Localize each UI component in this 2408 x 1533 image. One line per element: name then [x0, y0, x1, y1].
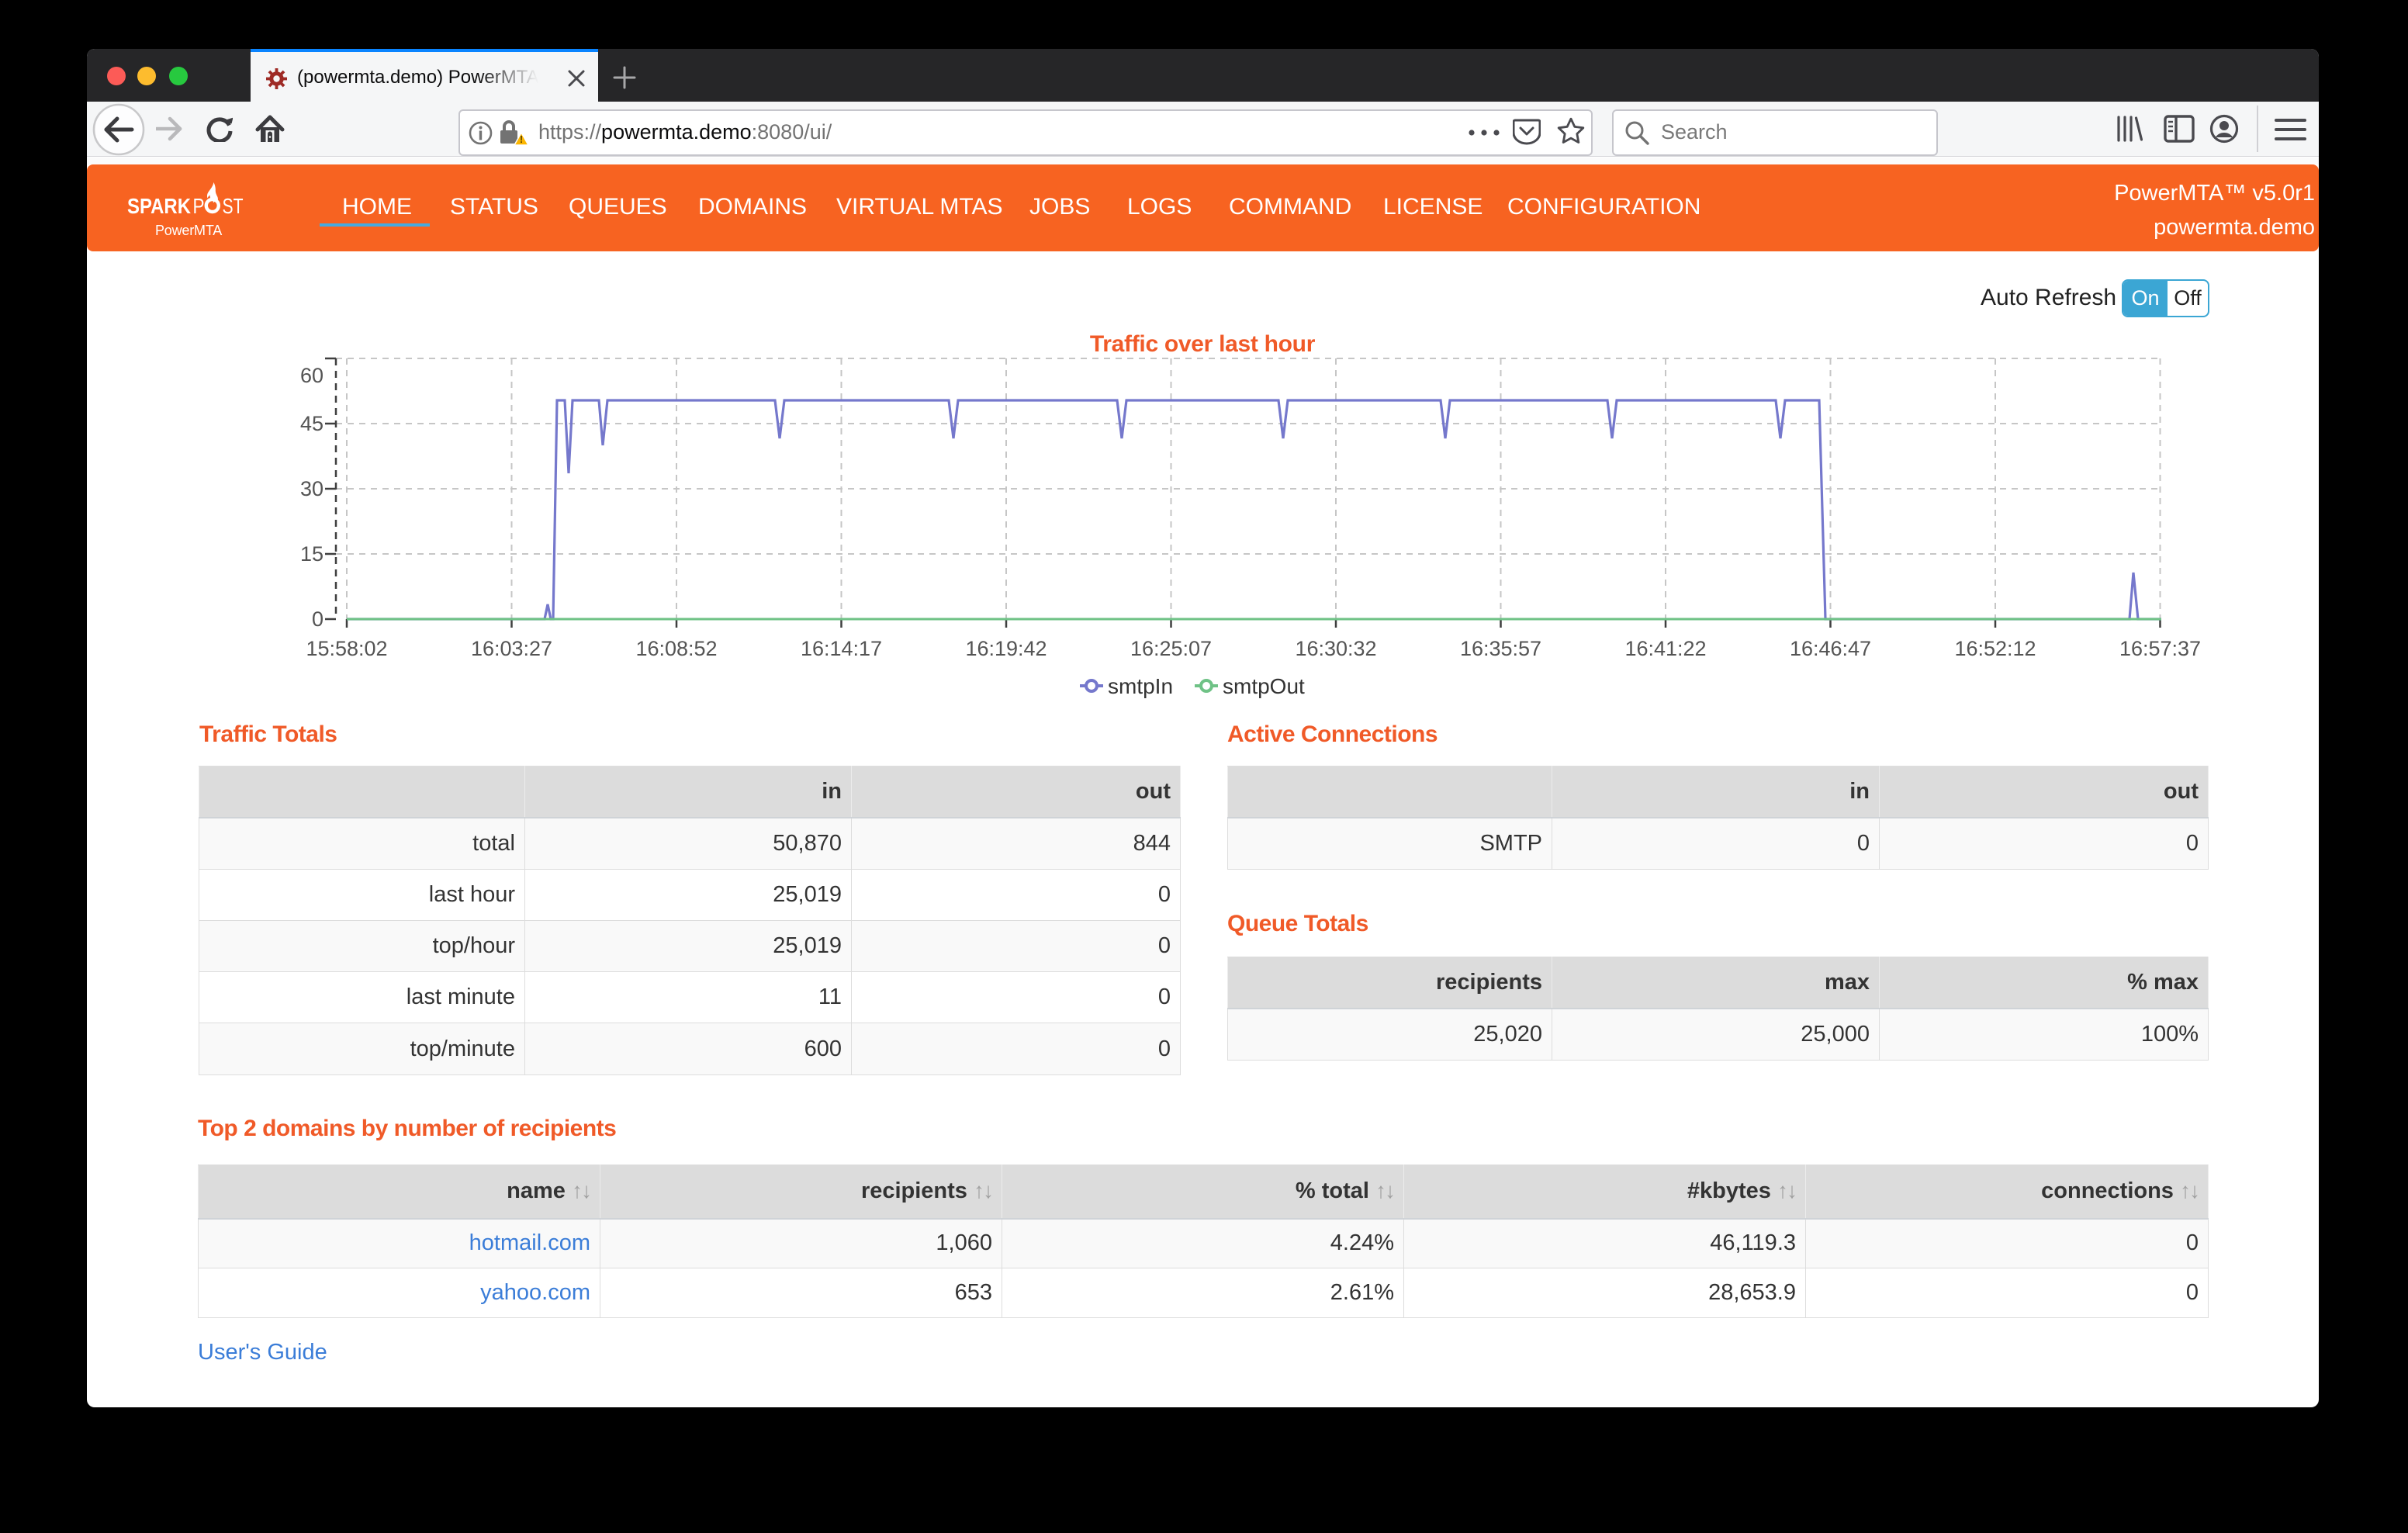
svg-text:!: ! [520, 133, 523, 145]
svg-text:16:14:17: 16:14:17 [801, 637, 882, 660]
svg-text:SPARK: SPARK [127, 194, 191, 218]
svg-text:16:03:27: 16:03:27 [471, 637, 552, 660]
svg-text:45: 45 [300, 412, 323, 435]
svg-text:60: 60 [300, 364, 323, 387]
svg-text:16:41:22: 16:41:22 [1624, 637, 1706, 660]
svg-text:16:46:47: 16:46:47 [1790, 637, 1871, 660]
svg-text:15:58:02: 15:58:02 [306, 637, 387, 660]
svg-text:P: P [193, 194, 205, 218]
svg-text:Traffic over last hour: Traffic over last hour [1090, 331, 1316, 357]
svg-text:16:35:57: 16:35:57 [1460, 637, 1541, 660]
svg-text:16:30:32: 16:30:32 [1295, 637, 1376, 660]
svg-text:16:08:52: 16:08:52 [635, 637, 717, 660]
svg-text:16:52:12: 16:52:12 [1954, 637, 2036, 660]
svg-text:16:57:37: 16:57:37 [2119, 637, 2201, 660]
svg-text:0: 0 [312, 607, 323, 631]
svg-text:15: 15 [300, 542, 323, 566]
svg-text:smtpIn: smtpIn [1108, 674, 1173, 698]
svg-text:smtpOut: smtpOut [1223, 674, 1305, 698]
svg-text:16:25:07: 16:25:07 [1130, 637, 1212, 660]
svg-text:30: 30 [300, 477, 323, 500]
svg-text:16:19:42: 16:19:42 [965, 637, 1047, 660]
svg-text:ST: ST [223, 194, 244, 218]
